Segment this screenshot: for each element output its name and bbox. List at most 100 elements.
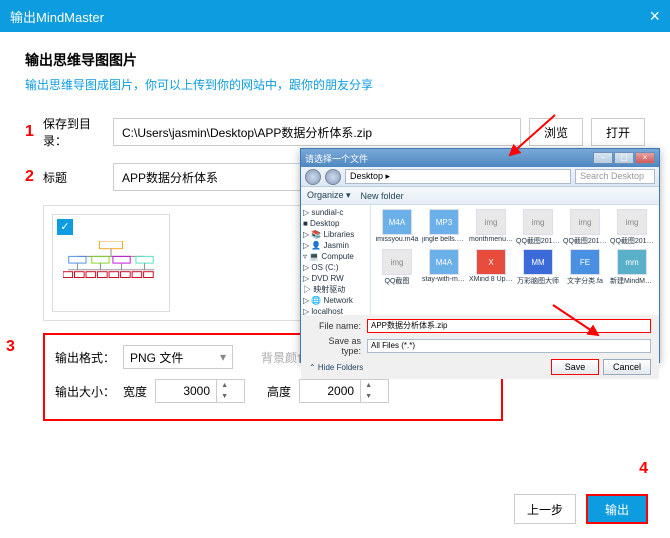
organize-menu[interactable]: Organize ▾ [307,190,351,201]
filename-label: File name: [309,321,361,331]
spin-up-icon[interactable]: ▲ [217,380,232,391]
file-item[interactable]: imgQQ截图 [375,249,419,286]
file-icon: img [570,209,600,235]
spin-down-icon[interactable]: ▼ [361,391,376,402]
open-button[interactable]: 打开 [591,118,645,146]
annotation-4: 4 [639,460,648,478]
dialog-toolbar: Organize ▾ New folder [301,187,659,205]
tree-item[interactable]: ▷ sundial-c [303,207,368,218]
file-item[interactable]: XXMind 8 Update 5 [469,249,513,286]
tree-item[interactable]: ▷ 映射驱动 [303,284,368,295]
newfolder-button[interactable]: New folder [361,191,404,201]
file-label: QQ截图20171023171.png [610,236,654,246]
file-item[interactable]: M4Astay-with-me.m4a [422,249,466,286]
prev-button[interactable]: 上一步 [514,494,576,524]
path-field[interactable]: Desktop ▸ [345,169,571,184]
tree-item[interactable]: ▷ OS (C:) [303,262,368,273]
page-subtitle: 输出思维导图成图片，你可以上传到你的网站中，跟你的朋友分享 [25,76,645,93]
file-item[interactable]: M4Aimissyou.m4a [375,209,419,246]
back-icon[interactable] [305,169,321,185]
hide-folders-link[interactable]: ⌃ Hide Folders [309,363,363,372]
tree-item[interactable]: ▷ localhost [303,306,368,315]
dialog-nav: Desktop ▸ Search Desktop [301,167,659,187]
window-buttons: – ▢ × [593,152,655,164]
format-value: PNG 文件 [130,349,183,366]
file-item[interactable]: FE文字分类.fa [563,249,607,286]
folder-tree[interactable]: ▷ sundial-c■ Desktop▷ 📚 Libraries▷ 👤 Jas… [301,205,371,315]
file-label: 新建MindMaster.mm [610,276,654,286]
file-icon: img [523,209,553,235]
search-input[interactable]: Search Desktop [575,169,655,184]
title-label: 标题 [43,169,113,186]
height-stepper[interactable]: ▲▼ [299,379,389,403]
format-label: 输出格式： [55,349,115,366]
file-icon: MP3 [429,209,459,235]
filename-input[interactable]: APP数据分析体系.zip [367,319,651,333]
tree-item[interactable]: ▿ 💻 Compute [303,251,368,262]
save-label: 保存到目录： [43,115,113,149]
file-item[interactable]: mm新建MindMaster.mm [610,249,654,286]
file-item[interactable]: imgmonthmenu.png [469,209,513,246]
tree-item[interactable]: ▷ DVD RW [303,273,368,284]
save-path-input[interactable] [113,118,521,146]
width-input[interactable] [156,384,216,398]
dialog-bottom: File name: APP数据分析体系.zip Save as type: A… [301,315,659,379]
file-item[interactable]: MM万彩脑图大师 [516,249,560,286]
savetype-label: Save as type: [309,336,361,356]
file-label: QQ截图 [375,276,419,286]
page-title: 输出思维导图图片 [25,50,645,70]
file-icon: img [382,249,412,275]
file-item[interactable]: imgQQ截图20171023171701.png [563,209,607,246]
browse-button[interactable]: 浏览 [529,118,583,146]
footer: 上一步 输出 [514,494,648,524]
save-button[interactable]: Save [551,359,599,375]
file-icon: M4A [429,249,459,275]
window-title: 输出MindMaster [10,7,104,26]
tree-item[interactable]: ■ Desktop [303,218,368,229]
file-label: stay-with-me.m4a [422,276,466,283]
file-icon: X [476,249,506,275]
export-button[interactable]: 输出 [586,494,648,524]
savetype-dropdown[interactable]: All Files (*.*) [367,339,651,353]
file-icon: mm [617,249,647,275]
file-label: QQ截图20171023171701.png [563,236,607,246]
file-label: 文字分类.fa [563,276,607,286]
dialog-title: 请选择一个文件 [305,152,368,165]
annotation-2: 2 [25,168,39,186]
forward-icon[interactable] [325,169,341,185]
file-icon: M4A [382,209,412,235]
minimize-icon[interactable]: – [593,152,613,164]
dialog-body: ▷ sundial-c■ Desktop▷ 📚 Libraries▷ 👤 Jas… [301,205,659,315]
file-item[interactable]: MP3jingle bells.mp3 [422,209,466,246]
file-label: QQ截图20171023171.png [516,236,560,246]
height-label: 高度 [267,383,291,400]
save-row: 1 保存到目录： 浏览 打开 [25,115,645,149]
tree-item[interactable]: ▷ 🌐 Network [303,295,368,306]
file-label: 万彩脑图大师 [516,276,560,286]
chevron-down-icon: ▾ [220,350,226,364]
spin-up-icon[interactable]: ▲ [361,380,376,391]
tree-item[interactable]: ▷ 📚 Libraries [303,229,368,240]
spin-down-icon[interactable]: ▼ [217,391,232,402]
close-icon[interactable]: × [649,6,660,27]
preview-thumbnail[interactable]: ✓ [52,214,170,312]
file-item[interactable]: imgQQ截图20171023171.png [610,209,654,246]
height-input[interactable] [300,384,360,398]
file-label: monthmenu.png [469,236,513,243]
file-label: imissyou.m4a [375,236,419,243]
annotation-1: 1 [25,123,39,141]
file-item[interactable]: imgQQ截图20171023171.png [516,209,560,246]
width-stepper[interactable]: ▲▼ [155,379,245,403]
file-label: XMind 8 Update 5 [469,276,513,283]
file-grid[interactable]: M4Aimissyou.m4aMP3jingle bells.mp3imgmon… [371,205,659,315]
maximize-icon[interactable]: ▢ [614,152,634,164]
tree-item[interactable]: ▷ 👤 Jasmin [303,240,368,251]
close-icon[interactable]: × [635,152,655,164]
titlebar: 输出MindMaster × [0,0,670,32]
file-icon: MM [523,249,553,275]
cancel-button[interactable]: Cancel [603,359,651,375]
dialog-titlebar: 请选择一个文件 – ▢ × [301,149,659,167]
mindmap-icon [63,241,159,299]
file-icon: img [476,209,506,235]
format-dropdown[interactable]: PNG 文件 ▾ [123,345,233,369]
